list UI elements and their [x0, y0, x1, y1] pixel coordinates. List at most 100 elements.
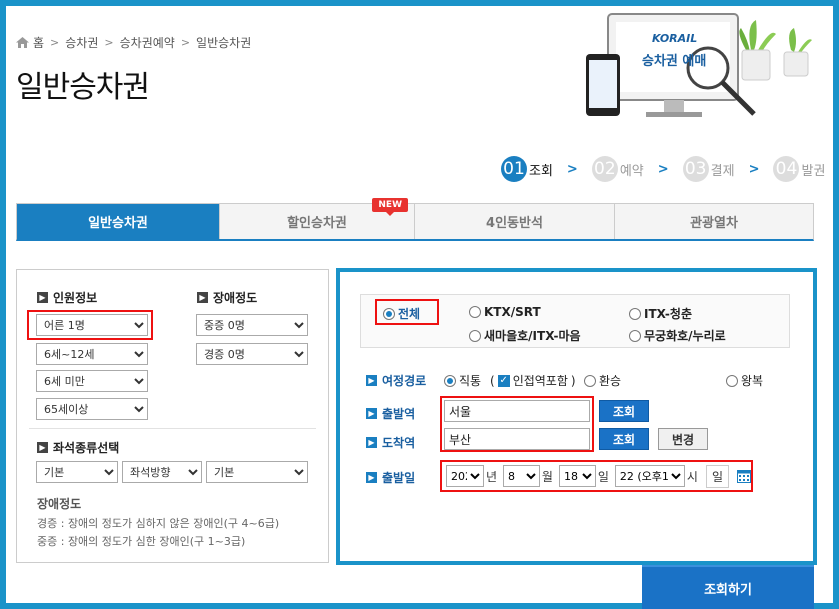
- step-label: 조회: [529, 163, 553, 179]
- divider: [29, 428, 316, 429]
- arrival-search-button[interactable]: 조회: [599, 428, 649, 450]
- train-type-mugunghwa-radio[interactable]: 무궁화호/누리로: [629, 327, 726, 344]
- radio-icon: [629, 307, 641, 320]
- tab-label: 관광열차: [690, 216, 738, 231]
- breadcrumb-separator-icon: >: [180, 36, 191, 49]
- ticket-type-tabs: 일반승차권 할인승차권 NEW 4인동반석 관광열차: [16, 198, 814, 241]
- calendar-icon[interactable]: [736, 469, 751, 483]
- disability-desc-mild: 경증 : 장애의 정도가 심하지 않은 장애인(구 4~6급): [37, 517, 280, 530]
- child-count-select[interactable]: 6세~12세: [36, 343, 148, 365]
- tab-family-seat[interactable]: 4인동반석: [415, 204, 615, 239]
- arrow-right-icon: ▶: [366, 375, 377, 386]
- swap-stations-button[interactable]: 변경: [658, 428, 708, 450]
- step-number: 03: [682, 156, 709, 182]
- checkbox-checked-icon: ✓: [497, 374, 510, 387]
- chevron-right-icon: >: [657, 161, 669, 177]
- tab-tourist-train[interactable]: 관광열차: [615, 204, 813, 239]
- day-select[interactable]: 18: [558, 465, 596, 487]
- seat-option-select[interactable]: 기본: [206, 461, 308, 483]
- departure-station-input[interactable]: [444, 400, 590, 422]
- seat-title: 좌석종류선택: [53, 441, 120, 455]
- radio-selected-icon: [383, 307, 395, 320]
- breadcrumb-separator-icon: >: [104, 36, 114, 49]
- radio-label: 직통: [459, 374, 482, 388]
- radio-icon: [584, 374, 596, 387]
- hero-illustration: KORAIL 승차권 예매: [576, 10, 816, 122]
- progress-steps: 01 조회 > 02 예약 > 03 결제 > 04 발권: [501, 156, 825, 182]
- train-type-saemaeul-radio[interactable]: 새마을호/ITX-마음: [469, 327, 581, 344]
- departure-search-button[interactable]: 조회: [599, 400, 649, 422]
- disability-section-label: ▶ 장애정도: [197, 289, 257, 306]
- breadcrumb-ticket[interactable]: 승차권: [65, 34, 98, 51]
- radio-icon: [629, 329, 641, 342]
- breadcrumb-home[interactable]: 홈: [33, 34, 44, 51]
- radio-selected-icon: [444, 374, 456, 387]
- page-frame: 홈 > 승차권 > 승차권예약 > 일반승차권 일반승차권 KORAIL 승차권…: [6, 6, 833, 609]
- tab-label: 4인동반석: [486, 216, 543, 231]
- passenger-title: 인원정보: [53, 291, 98, 305]
- radio-label: 무궁화호/누리로: [644, 329, 726, 343]
- severe-disability-select[interactable]: 중증 0명: [196, 314, 308, 336]
- arrow-right-icon: ▶: [197, 292, 208, 303]
- page-title: 일반승차권: [16, 70, 150, 105]
- arrow-right-icon: ▶: [37, 442, 48, 453]
- chevron-right-icon: >: [748, 161, 760, 177]
- breadcrumb-current: 일반승차권: [196, 36, 252, 50]
- train-type-all-radio[interactable]: 전체: [383, 305, 420, 322]
- train-type-ktx-radio[interactable]: KTX/SRT: [469, 305, 541, 319]
- radio-label: 새마을호/ITX-마음: [484, 329, 581, 343]
- hour-select[interactable]: 22 (오후10): [614, 465, 685, 487]
- step-number: 02: [591, 156, 618, 182]
- route-direct-radio[interactable]: 직통: [444, 372, 481, 389]
- disability-title: 장애정도: [213, 291, 258, 305]
- senior-count-select[interactable]: 65세이상: [36, 398, 148, 420]
- day-unit: 일: [597, 469, 609, 484]
- tab-label: 할인승차권: [287, 216, 347, 231]
- step-issue: 04 발권: [773, 156, 825, 182]
- arrival-station-input[interactable]: [444, 428, 590, 450]
- passenger-section-label: ▶ 인원정보: [37, 289, 97, 306]
- route-label: ▶ 여정경로: [366, 372, 426, 389]
- seat-type-select[interactable]: 기본: [36, 461, 118, 483]
- month-select[interactable]: 8: [503, 465, 540, 487]
- month-unit: 월: [541, 469, 553, 484]
- disability-desc-severe: 중증 : 장애의 정도가 심한 장애인(구 1~3급): [37, 535, 246, 548]
- radio-label: 왕복: [741, 374, 764, 388]
- step-label: 결제: [710, 163, 735, 179]
- seat-direction-select[interactable]: 좌석방향: [122, 461, 202, 483]
- hero-caption: 승차권 예매: [642, 54, 707, 69]
- weekday-text: 일: [705, 464, 729, 488]
- radio-label: 전체: [398, 307, 421, 321]
- infant-count-select[interactable]: 6세 미만: [36, 370, 148, 392]
- train-type-box: 전체 KTX/SRT ITX-청춘 새마을호/ITX-마음 무궁화호/누리로: [360, 294, 790, 348]
- disability-desc-title: 장애정도: [37, 497, 82, 511]
- arrow-right-icon: ▶: [366, 472, 377, 483]
- arrival-title: 도착역: [382, 436, 416, 450]
- tab-discount-ticket[interactable]: 할인승차권 NEW: [220, 198, 415, 239]
- hero-brand: KORAIL: [652, 32, 698, 45]
- step-payment: 03 결제: [682, 156, 735, 182]
- train-type-itx-youth-radio[interactable]: ITX-청춘: [629, 305, 692, 322]
- arrival-label: ▶ 도착역: [366, 434, 415, 451]
- home-icon[interactable]: [16, 37, 29, 48]
- route-roundtrip-radio[interactable]: 왕복: [726, 372, 763, 389]
- arrow-right-icon: ▶: [37, 292, 48, 303]
- breadcrumb-reservation[interactable]: 승차권예약: [120, 34, 175, 51]
- route-nearby-checkbox[interactable]: ( ✓ 인접역포함 ): [490, 372, 576, 389]
- radio-label: 환승: [599, 374, 622, 388]
- chevron-right-icon: >: [566, 161, 578, 177]
- route-transfer-radio[interactable]: 환승: [584, 372, 621, 389]
- year-select[interactable]: 2024: [446, 465, 484, 487]
- adult-count-select[interactable]: 어른 1명: [36, 314, 148, 336]
- radio-label: KTX/SRT: [484, 305, 541, 319]
- arrow-right-icon: ▶: [366, 437, 377, 448]
- passenger-panel: ▶ 인원정보 ▶ 장애정도 어른 1명 6세~12세 6세 미만 65세이상 중…: [16, 269, 329, 563]
- radio-icon: [726, 374, 738, 387]
- tab-general-ticket[interactable]: 일반승차권: [17, 204, 220, 239]
- search-trains-button[interactable]: 조회하기: [642, 565, 814, 609]
- mild-disability-select[interactable]: 경증 0명: [196, 343, 308, 365]
- date-selector: 2024 년 8 월 18 일 22 (오후10) 시 일: [440, 460, 753, 492]
- step-number: 01: [501, 156, 527, 182]
- step-reserve: 02 예약: [591, 156, 644, 182]
- checkbox-label: 인접역포함: [512, 374, 568, 388]
